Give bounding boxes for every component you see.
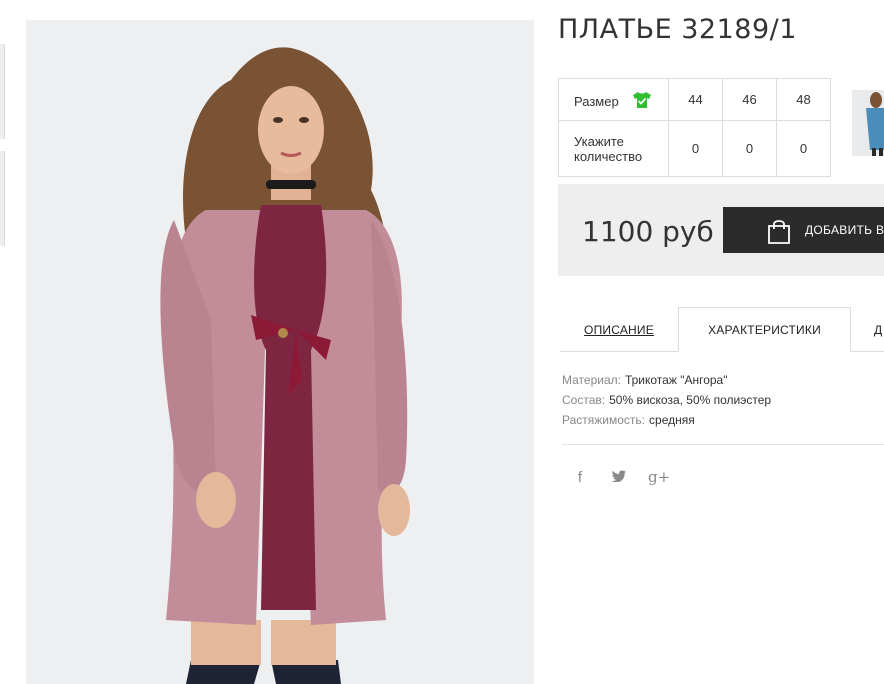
tab-delivery[interactable]: Д — [874, 307, 884, 352]
add-to-cart-label: ДОБАВИТЬ В КОРЗИНУ — [805, 223, 884, 237]
size-quantity-table: Размер 44 46 48 Укажите количество 0 0 0 — [558, 78, 831, 177]
quantity-input[interactable]: 0 — [776, 120, 831, 177]
divider — [562, 444, 884, 445]
size-chart-tshirt-icon[interactable] — [632, 91, 652, 109]
size-label-cell: Размер — [558, 78, 669, 121]
shopping-bag-icon — [768, 220, 790, 244]
thumbnail[interactable] — [0, 151, 5, 246]
product-photo — [26, 20, 534, 684]
thumbnail-strip — [0, 44, 5, 258]
tab-characteristics[interactable]: ХАРАКТЕРИСТИКИ — [678, 307, 851, 352]
spec-row: Материал: Трикотаж "Ангора" — [562, 370, 771, 390]
spec-key: Состав: — [562, 393, 606, 407]
product-title: ПЛАТЬЕ 32189/1 — [558, 14, 797, 45]
specs-list: Материал: Трикотаж "Ангора" Состав: 50% ви… — [562, 370, 771, 430]
size-label: Размер — [574, 93, 619, 109]
size-option[interactable]: 46 — [722, 78, 777, 121]
spec-row: Растяжимость: средняя — [562, 410, 771, 430]
price: 1100 руб — [582, 215, 714, 248]
spec-value: средняя — [649, 413, 695, 427]
spec-key: Материал: — [562, 373, 621, 387]
google-plus-icon[interactable]: g+ — [648, 468, 670, 486]
quantity-label: Укажите количество — [558, 120, 669, 177]
spec-value: 50% вискоза, 50% полиэстер — [609, 393, 772, 407]
add-to-cart-button[interactable]: ДОБАВИТЬ В КОРЗИНУ — [723, 207, 884, 253]
size-option[interactable]: 44 — [668, 78, 723, 121]
facebook-icon[interactable]: f — [572, 469, 588, 486]
product-tabs: ОПИСАНИЕ ХАРАКТЕРИСТИКИ Д — [560, 307, 884, 352]
social-share: f g+ — [572, 468, 670, 486]
spec-row: Состав: 50% вискоза, 50% полиэстер — [562, 390, 771, 410]
twitter-icon[interactable] — [610, 469, 626, 486]
quantity-input[interactable]: 0 — [668, 120, 723, 177]
thumbnail[interactable] — [0, 44, 5, 139]
alternate-color-thumbnail[interactable] — [852, 90, 884, 156]
buy-box: 1100 руб ДОБАВИТЬ В КОРЗИНУ — [558, 184, 884, 276]
size-option[interactable]: 48 — [776, 78, 831, 121]
spec-key: Растяжимость: — [562, 413, 646, 427]
quantity-input[interactable]: 0 — [722, 120, 777, 177]
spec-value: Трикотаж "Ангора" — [624, 373, 728, 387]
tab-description[interactable]: ОПИСАНИЕ — [560, 307, 678, 352]
